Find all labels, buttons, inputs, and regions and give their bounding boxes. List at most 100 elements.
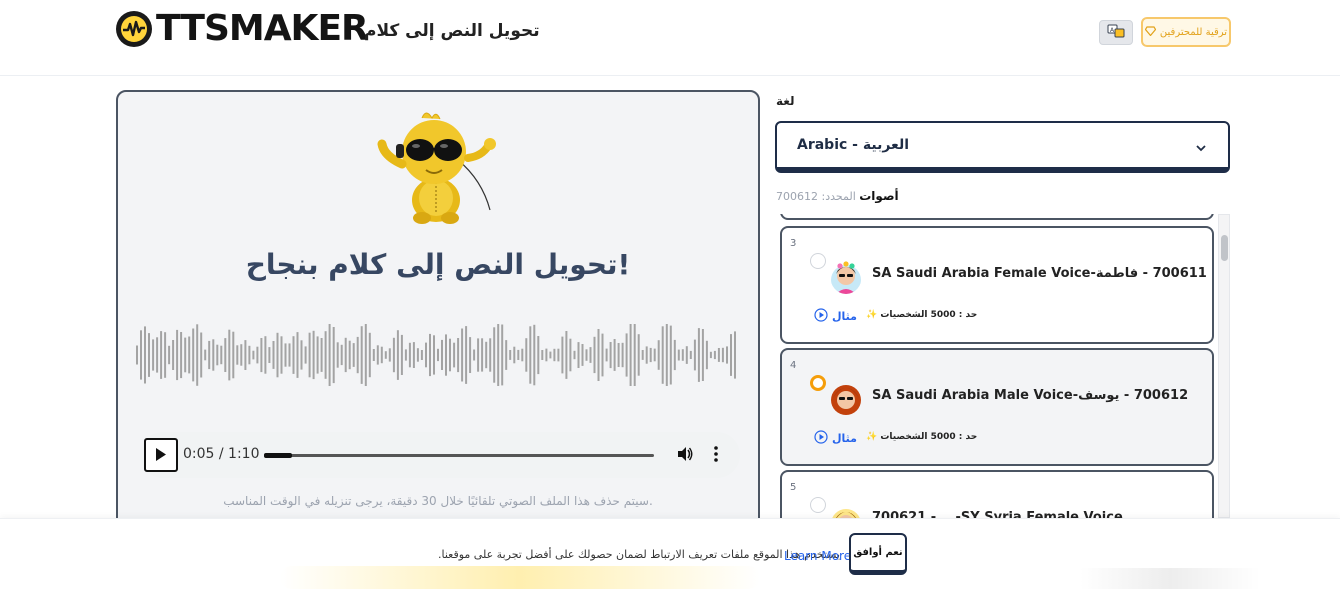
cookie-text: يستخدم هذا الموقع ملفات تعريف الارتباط ل… [438, 548, 841, 561]
waveform-bar [617, 343, 620, 367]
waveform-bar [734, 331, 736, 379]
waveform-bar [168, 345, 171, 365]
waveform-bar [721, 347, 724, 363]
waveform-bar [621, 342, 624, 368]
play-button[interactable] [144, 438, 178, 472]
waveform-bar [204, 349, 207, 361]
waveform-bar [697, 328, 700, 382]
waveform-bar [521, 348, 524, 362]
waveform-bar [461, 328, 464, 382]
waveform-bar [416, 348, 419, 362]
waveform-bar [605, 348, 608, 362]
waveform-bar [709, 351, 712, 359]
language-select-value: العربية - Arabic [797, 137, 909, 153]
waveform-bar [232, 331, 235, 379]
waveform-bar [501, 324, 504, 386]
voice-card-700611[interactable]: 3 700611 - فاطمة-SA Saudi Arabia Female … [780, 226, 1214, 344]
waveform-bar [404, 349, 407, 361]
waveform-bar [388, 348, 391, 362]
waveform-bar [300, 340, 303, 370]
voice-sample-label: مثال [832, 431, 857, 445]
waveform-bar [176, 329, 179, 381]
waveform-bar [396, 330, 399, 380]
success-title: !تحويل النص إلى كلام بنجاح [245, 248, 631, 281]
waveform-bar [529, 326, 532, 384]
audio-waveform [136, 324, 738, 386]
waveform-bar [453, 342, 456, 368]
waveform-bar [513, 346, 516, 364]
site-header: TTSMAKER تحويل النص إلى كلام A ترقية للم… [0, 0, 1340, 76]
logo-text[interactable]: TTSMAKER [156, 8, 369, 50]
waveform-bar [144, 326, 146, 384]
waveform-bar [220, 345, 223, 365]
voice-radio[interactable] [810, 497, 826, 513]
waveform-bar [561, 336, 564, 374]
waveform-bar [236, 345, 239, 365]
waveform-bar [657, 340, 660, 370]
voices-selected-id: 700612 [776, 190, 818, 203]
waveform-bar [284, 343, 287, 367]
waveform-bar [497, 324, 500, 386]
waveform-bar [573, 350, 576, 360]
waveform-bar [437, 348, 439, 362]
waveform-bar [637, 334, 640, 376]
voice-radio-selected[interactable] [810, 375, 826, 391]
upgrade-pro-button[interactable]: ترقية للمحترفين [1141, 17, 1231, 47]
waveform-bar [196, 324, 199, 386]
logo-icon[interactable] [116, 11, 152, 47]
waveform-bar [240, 344, 243, 366]
language-switch-button[interactable]: A [1099, 20, 1133, 45]
waveform-bar [577, 342, 580, 368]
waveform-bar [164, 332, 167, 378]
voice-list-scrollbar[interactable] [1218, 214, 1230, 518]
waveform-bar [148, 333, 150, 377]
voice-sample-button[interactable]: مثال [814, 429, 857, 447]
voice-card-700612[interactable]: 4 700612 - يوسف-SA Saudi Arabia Male Voi… [780, 348, 1214, 466]
waveform-bar [633, 324, 636, 386]
waveform-bar [308, 332, 311, 378]
waveform-bar [192, 328, 195, 382]
waveform-bar [629, 324, 632, 386]
waveform-bar [140, 330, 142, 380]
waveform-bar [545, 348, 548, 362]
voice-radio[interactable] [810, 253, 826, 269]
volume-icon[interactable] [676, 445, 694, 467]
waveform-bar [701, 329, 704, 381]
audio-progress-slider[interactable] [264, 453, 654, 458]
sparkle-icon: ✨ [866, 432, 878, 442]
waveform-bar [429, 333, 431, 377]
waveform-bar [224, 338, 227, 372]
voice-name: 700612 - يوسف-SA Saudi Arabia Male Voice [872, 388, 1189, 403]
mascot-illustration [370, 110, 504, 226]
waveform-bar [376, 345, 379, 365]
waveform-bar [589, 347, 592, 363]
waveform-bar [673, 339, 676, 371]
voice-sample-button[interactable]: مثال [814, 307, 857, 324]
waveform-bar [689, 350, 692, 359]
waveform-bar [412, 342, 415, 368]
voice-card-700621[interactable]: 5 700621 - ...-SY Syria Female Voice [780, 470, 1214, 518]
waveform-bar [565, 331, 568, 379]
waveform-bar [717, 348, 720, 362]
waveform-bar [304, 346, 307, 364]
waveform-bar [601, 333, 604, 377]
voice-card[interactable] [780, 214, 1214, 220]
more-options-icon[interactable] [712, 445, 720, 467]
waveform-bar [581, 344, 584, 366]
waveform-bar [553, 348, 556, 362]
waveform-bar [344, 337, 347, 373]
waveform-bar [400, 334, 403, 375]
waveform-bar [549, 351, 552, 359]
voice-char-limit: حد : 5000 الشخصيات ✨ [866, 432, 977, 442]
waveform-bar [256, 346, 259, 364]
upgrade-label: ترقية للمحترفين [1159, 26, 1228, 38]
audio-player[interactable]: 0:05 / 1:10 [140, 432, 740, 478]
learn-more-link[interactable]: Learn More [784, 549, 851, 563]
scrollbar-thumb[interactable] [1221, 235, 1228, 261]
play-circle-icon [814, 429, 828, 447]
waveform-bar [260, 338, 263, 373]
cookie-accept-button[interactable]: نعم أوافق [849, 533, 907, 575]
waveform-bar [156, 337, 159, 373]
sparkle-icon: ✨ [866, 310, 878, 320]
language-select[interactable]: العربية - Arabic [775, 121, 1230, 173]
